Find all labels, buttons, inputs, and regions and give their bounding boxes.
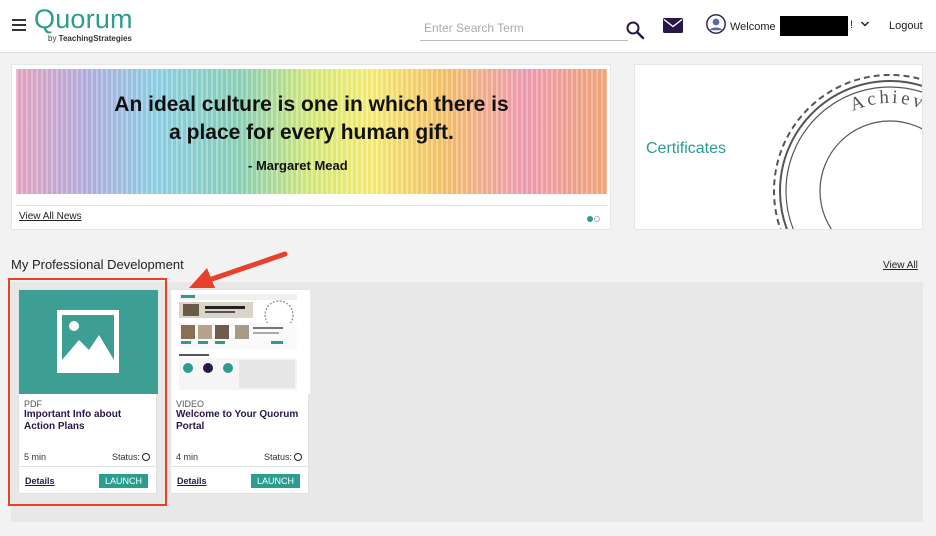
user-avatar-icon[interactable] — [706, 14, 726, 34]
news-banner[interactable]: An ideal culture is one in which there i… — [16, 69, 607, 194]
section-title: My Professional Development — [11, 257, 184, 272]
course-thumbnail — [171, 290, 310, 394]
portal-screenshot-thumbnail — [171, 290, 310, 394]
divider — [16, 205, 607, 206]
quote-line-2: a place for every human gift. — [169, 121, 454, 144]
redacted-username — [780, 16, 848, 36]
news-card: An ideal culture is one in which there i… — [11, 64, 611, 230]
search-icon[interactable] — [625, 20, 645, 40]
highlight-annotation-box — [8, 278, 167, 506]
certificates-card[interactable]: Certificates Achievement · Ex — [634, 64, 923, 230]
course-card-welcome-portal[interactable]: VIDEO Welcome to Your Quorum Portal 4 mi… — [170, 289, 310, 494]
logo-subtitle: by TeachingStrategies — [48, 34, 132, 43]
details-link[interactable]: Details — [177, 476, 207, 486]
logout-link[interactable]: Logout — [889, 20, 923, 32]
hamburger-menu-icon[interactable] — [12, 19, 26, 31]
welcome-suffix: ! — [850, 19, 854, 31]
logo-text: Quorum — [34, 4, 133, 34]
course-title[interactable]: Welcome to Your Quorum Portal — [176, 409, 304, 433]
seal-icon: Achievement · Ex — [773, 74, 923, 229]
carousel-dot-active[interactable] — [587, 216, 593, 222]
certificates-label: Certificates — [646, 140, 727, 157]
mail-icon[interactable] — [663, 18, 683, 33]
view-all-link[interactable]: View All — [883, 260, 918, 271]
course-type: VIDEO — [176, 399, 205, 409]
view-all-news-link[interactable]: View All News — [19, 211, 82, 222]
svg-text:Achievement · Ex: Achievement · Ex — [847, 87, 923, 201]
course-duration: 4 min — [176, 452, 199, 462]
chevron-down-icon[interactable] — [860, 19, 870, 29]
launch-button[interactable]: LAUNCH — [251, 474, 300, 488]
course-status: Status: — [264, 452, 302, 462]
search-input[interactable] — [420, 16, 628, 41]
quote-author: - Margaret Mead — [248, 158, 348, 173]
welcome-text: Welcome — [730, 21, 776, 33]
divider — [171, 466, 310, 467]
quorum-logo[interactable]: Quorum by TeachingStrategies — [34, 4, 133, 43]
status-ring-icon — [294, 453, 302, 461]
quote-line-1: An ideal culture is one in which there i… — [114, 93, 509, 116]
annotation-arrow-icon — [189, 251, 288, 288]
top-header: Quorum by TeachingStrategies Welcome ! L… — [0, 0, 936, 53]
carousel-dot[interactable] — [594, 216, 600, 222]
